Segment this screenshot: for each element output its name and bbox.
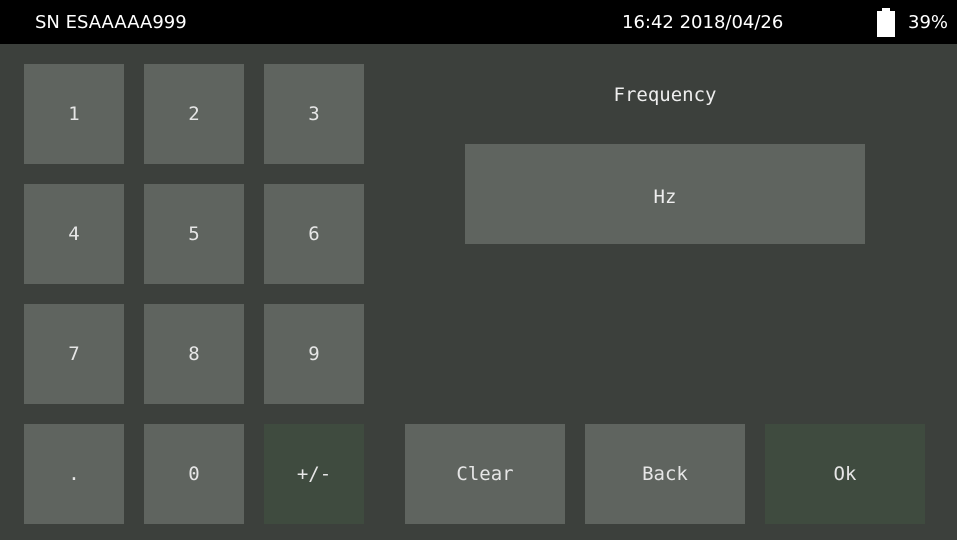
bottom-edge bbox=[0, 540, 957, 546]
key-5[interactable]: 5 bbox=[144, 184, 244, 284]
unit-label: Hz bbox=[653, 186, 677, 208]
serial-number: SN ESAAAAA999 bbox=[35, 12, 187, 33]
battery-percent: 39% bbox=[908, 12, 949, 33]
ok-button[interactable]: Ok bbox=[765, 424, 925, 524]
back-button[interactable]: Back bbox=[585, 424, 745, 524]
key-9[interactable]: 9 bbox=[264, 304, 364, 404]
screen: SN ESAAAAA999 16:42 2018/04/26 39% 1 2 3… bbox=[0, 0, 957, 546]
key-8[interactable]: 8 bbox=[144, 304, 244, 404]
date-time: 16:42 2018/04/26 bbox=[622, 12, 784, 33]
key-3[interactable]: 3 bbox=[264, 64, 364, 164]
clear-button[interactable]: Clear bbox=[405, 424, 565, 524]
key-decimal[interactable]: . bbox=[24, 424, 124, 524]
key-7[interactable]: 7 bbox=[24, 304, 124, 404]
key-1[interactable]: 1 bbox=[24, 64, 124, 164]
key-4[interactable]: 4 bbox=[24, 184, 124, 284]
key-6[interactable]: 6 bbox=[264, 184, 364, 284]
value-display[interactable]: Hz bbox=[465, 144, 865, 244]
key-plus-minus[interactable]: +/- bbox=[264, 424, 364, 524]
key-2[interactable]: 2 bbox=[144, 64, 244, 164]
status-bar: SN ESAAAAA999 16:42 2018/04/26 39% bbox=[0, 0, 957, 44]
input-title: Frequency bbox=[613, 84, 717, 106]
battery-icon bbox=[877, 8, 895, 37]
key-0[interactable]: 0 bbox=[144, 424, 244, 524]
